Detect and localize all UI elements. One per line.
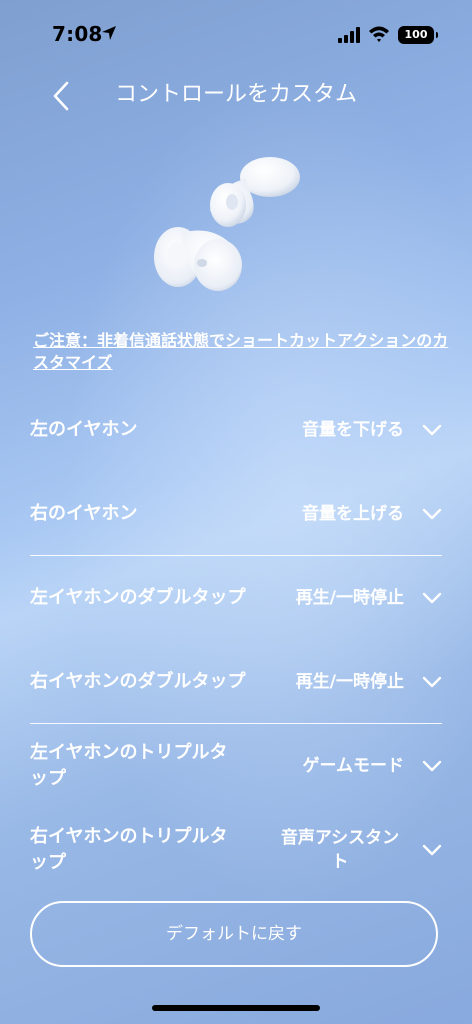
section-divider (30, 555, 442, 556)
chevron-down-icon (422, 844, 442, 856)
location-arrow-icon (102, 26, 116, 40)
status-bar: 7:08 100 (0, 0, 472, 70)
reset-to-default-button[interactable]: デフォルトに戻す (30, 901, 438, 967)
setting-row-left-triple-tap[interactable]: 左イヤホンのトリプルタップ ゲームモード (30, 736, 442, 796)
setting-value: 音量を下げる (302, 420, 404, 440)
setting-value: 再生/一時停止 (295, 588, 404, 608)
setting-value: 音声アシスタント (280, 828, 400, 872)
setting-row-right-earbud[interactable]: 右のイヤホン 音量を上げる (30, 484, 442, 544)
chevron-down-icon (422, 592, 442, 604)
page-title: コントロールをカスタム (114, 82, 357, 107)
setting-label: 右イヤホンのダブルタップ (30, 671, 246, 692)
setting-label: 左イヤホンのダブルタップ (30, 587, 246, 608)
home-indicator (152, 1005, 320, 1011)
setting-label: 右イヤホンのトリプルタップ (30, 826, 228, 873)
setting-row-right-double-tap[interactable]: 右イヤホンのダブルタップ 再生/一時停止 (30, 652, 442, 712)
chevron-down-icon (422, 760, 442, 772)
section-divider (30, 723, 442, 724)
chevron-down-icon (422, 424, 442, 436)
chevron-down-icon (422, 508, 442, 520)
status-time: 7:08 (52, 22, 103, 46)
setting-value: 再生/一時停止 (295, 672, 404, 692)
setting-label: 左のイヤホン (30, 419, 138, 440)
chevron-down-icon (422, 676, 442, 688)
setting-label: 左イヤホンのトリプルタップ (30, 742, 228, 789)
cellular-signal-icon (338, 27, 360, 43)
setting-row-right-triple-tap[interactable]: 右イヤホンのトリプルタップ 音声アシスタント (30, 820, 442, 880)
setting-value: ゲームモード (302, 756, 405, 776)
setting-label: 右のイヤホン (30, 503, 138, 524)
setting-row-left-earbud[interactable]: 左のイヤホン 音量を下げる (30, 400, 442, 460)
setting-row-left-double-tap[interactable]: 左イヤホンのダブルタップ 再生/一時停止 (30, 568, 442, 628)
earbuds-image (154, 157, 300, 291)
notice-link[interactable]: ご注意：非着信通話状態でショートカットアクションのカスタマイズ (33, 330, 453, 374)
battery-icon: 100 (398, 26, 438, 44)
setting-value: 音量を上げる (302, 504, 404, 524)
wifi-icon (369, 26, 389, 42)
